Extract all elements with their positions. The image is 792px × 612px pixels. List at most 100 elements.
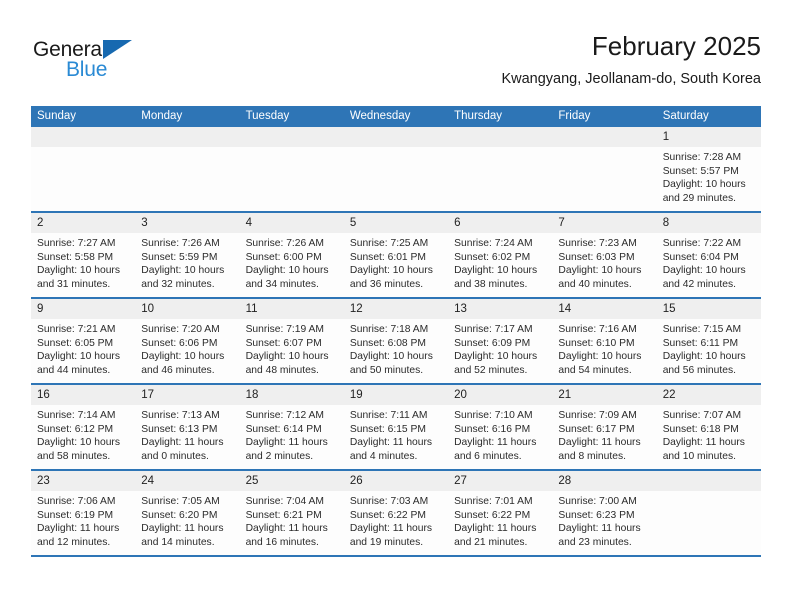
day-detail-line: Sunset: 6:07 PM	[245, 337, 322, 349]
day-number	[656, 471, 761, 491]
calendar-day-cell[interactable]: 21 Sunrise: 7:09 AM Sunset: 6:17 PM Dayligh…	[552, 384, 657, 471]
day-detail-line: Daylight: 10 hours	[558, 265, 642, 277]
day-number: 1	[656, 127, 761, 147]
day-detail-line: Daylight: 11 hours	[558, 523, 641, 535]
day-number: 21	[552, 385, 657, 405]
day-detail-line: and 31 minutes.	[37, 278, 111, 290]
day-detail-line: Sunrise: 7:19 AM	[245, 324, 324, 335]
day-detail-line: Daylight: 11 hours	[141, 437, 224, 449]
calendar-day-cell[interactable]: 14 Sunrise: 7:16 AM Sunset: 6:10 PM Dayligh…	[552, 298, 657, 385]
calendar-day-cell[interactable]: 25 Sunrise: 7:04 AM Sunset: 6:21 PM Dayligh…	[239, 470, 344, 557]
day-detail-line: Sunrise: 7:01 AM	[454, 496, 533, 507]
day-detail-line: Daylight: 10 hours	[349, 265, 433, 277]
day-detail-line: Sunset: 6:22 PM	[454, 509, 531, 521]
calendar-day-cell[interactable]: 27 Sunrise: 7:01 AM Sunset: 6:22 PM Dayligh…	[448, 470, 553, 557]
calendar-day-cell-empty	[343, 127, 449, 213]
calendar-day-cell[interactable]: 26 Sunrise: 7:03 AM Sunset: 6:22 PM Dayligh…	[343, 470, 449, 557]
calendar-day-cell[interactable]: 8 Sunrise: 7:22 AM Sunset: 6:04 PM Daylight…	[656, 212, 761, 299]
calendar-day-cell[interactable]: 12 Sunrise: 7:18 AM Sunset: 6:08 PM Dayligh…	[343, 298, 449, 385]
day-detail-line: and 36 minutes.	[349, 278, 424, 290]
calendar-week-row: 9 Sunrise: 7:21 AM Sunset: 6:05 PM Daylight…	[31, 298, 761, 385]
calendar-day-cell[interactable]: 24 Sunrise: 7:05 AM Sunset: 6:20 PM Dayligh…	[135, 470, 240, 557]
day-detail-line: Sunset: 5:59 PM	[141, 251, 218, 263]
calendar-day-cell[interactable]: 20 Sunrise: 7:10 AM Sunset: 6:16 PM Dayligh…	[448, 384, 553, 471]
day-detail-line: and 38 minutes.	[454, 278, 528, 290]
weekday-header-sunday: Sunday	[31, 106, 136, 127]
day-detail-line: Daylight: 11 hours	[558, 437, 641, 449]
calendar-body: 1 Sunrise: 7:28 AM Sunset: 5:57 PM Daylight…	[31, 127, 761, 557]
day-detail-line: Sunrise: 7:05 AM	[141, 496, 220, 507]
day-detail-line: Sunrise: 7:06 AM	[37, 496, 116, 507]
day-detail-line: Daylight: 10 hours	[454, 265, 538, 277]
calendar-day-cell[interactable]: 1 Sunrise: 7:28 AM Sunset: 5:57 PM Daylight…	[656, 127, 761, 213]
day-number: 12	[343, 299, 449, 319]
day-details	[552, 147, 656, 151]
calendar-day-cell[interactable]: 7 Sunrise: 7:23 AM Sunset: 6:03 PM Daylight…	[552, 212, 657, 299]
calendar-day-cell[interactable]: 2 Sunrise: 7:27 AM Sunset: 5:58 PM Daylight…	[31, 212, 136, 299]
day-number: 20	[448, 385, 553, 405]
day-detail-line: and 50 minutes.	[349, 364, 424, 376]
calendar-day-cell[interactable]: 18 Sunrise: 7:12 AM Sunset: 6:14 PM Dayligh…	[239, 384, 344, 471]
calendar-day-cell[interactable]: 23 Sunrise: 7:06 AM Sunset: 6:19 PM Dayligh…	[31, 470, 136, 557]
day-detail-line: and 12 minutes.	[37, 536, 111, 548]
day-number: 5	[343, 213, 449, 233]
page-title: February 2025	[591, 31, 761, 61]
calendar-day-cell[interactable]: 10 Sunrise: 7:20 AM Sunset: 6:06 PM Dayligh…	[135, 298, 240, 385]
day-number: 25	[239, 471, 344, 491]
day-detail-line: Daylight: 10 hours	[454, 351, 538, 363]
calendar-day-cell[interactable]: 4 Sunrise: 7:26 AM Sunset: 6:00 PM Daylight…	[239, 212, 344, 299]
day-detail-line: Sunset: 6:02 PM	[454, 251, 531, 263]
day-number: 27	[448, 471, 553, 491]
day-number	[343, 127, 449, 147]
day-number: 8	[656, 213, 761, 233]
calendar-day-cell[interactable]: 9 Sunrise: 7:21 AM Sunset: 6:05 PM Daylight…	[31, 298, 136, 385]
day-detail-line: and 32 minutes.	[141, 278, 215, 290]
day-detail-line: Sunset: 6:12 PM	[37, 423, 114, 435]
day-details: Sunrise: 7:20 AM Sunset: 6:06 PM Daylight:…	[135, 319, 239, 377]
day-details	[31, 147, 135, 151]
day-detail-line: Sunset: 6:03 PM	[558, 251, 635, 263]
calendar-day-cell[interactable]: 3 Sunrise: 7:26 AM Sunset: 5:59 PM Daylight…	[135, 212, 240, 299]
day-detail-line: Sunrise: 7:15 AM	[662, 324, 742, 335]
calendar-day-cell[interactable]: 28 Sunrise: 7:00 AM Sunset: 6:23 PM Dayligh…	[552, 470, 657, 557]
weekday-header-monday: Monday	[135, 106, 240, 127]
day-number: 22	[656, 385, 761, 405]
calendar-day-cell[interactable]: 5 Sunrise: 7:25 AM Sunset: 6:01 PM Daylight…	[343, 212, 449, 299]
day-detail-line: Daylight: 11 hours	[245, 437, 328, 449]
day-detail-line: Sunset: 6:05 PM	[37, 337, 114, 349]
calendar-day-cell-empty	[656, 470, 761, 557]
weekday-header-thursday: Thursday	[448, 106, 553, 127]
calendar-day-cell[interactable]: 16 Sunrise: 7:14 AM Sunset: 6:12 PM Dayligh…	[31, 384, 136, 471]
calendar-day-cell[interactable]: 22 Sunrise: 7:07 AM Sunset: 6:18 PM Dayligh…	[656, 384, 761, 471]
day-detail-line: Daylight: 10 hours	[662, 265, 746, 277]
day-detail-line: and 29 minutes.	[662, 192, 736, 204]
day-details: Sunrise: 7:05 AM Sunset: 6:20 PM Daylight:…	[135, 491, 239, 549]
day-detail-line: Daylight: 10 hours	[245, 265, 329, 277]
day-detail-line: Sunset: 6:00 PM	[245, 251, 322, 263]
day-detail-line: Sunset: 6:20 PM	[141, 509, 218, 521]
calendar-day-cell[interactable]: 6 Sunrise: 7:24 AM Sunset: 6:02 PM Daylight…	[448, 212, 553, 299]
title-block: February 2025 Kwangyang, Jeollanam-do, S…	[501, 30, 761, 89]
day-number: 19	[343, 385, 449, 405]
day-number: 28	[552, 471, 657, 491]
calendar-day-cell[interactable]: 19 Sunrise: 7:11 AM Sunset: 6:15 PM Dayligh…	[343, 384, 449, 471]
day-detail-line: and 44 minutes.	[37, 364, 111, 376]
calendar-day-cell[interactable]: 17 Sunrise: 7:13 AM Sunset: 6:13 PM Dayligh…	[135, 384, 240, 471]
day-number: 26	[343, 471, 449, 491]
day-detail-line: and 14 minutes.	[141, 536, 215, 548]
day-details: Sunrise: 7:06 AM Sunset: 6:19 PM Daylight:…	[31, 491, 135, 549]
day-details: Sunrise: 7:10 AM Sunset: 6:16 PM Daylight:…	[448, 405, 552, 463]
calendar-day-cell[interactable]: 15 Sunrise: 7:15 AM Sunset: 6:11 PM Dayligh…	[656, 298, 761, 385]
day-detail-line: Sunset: 6:11 PM	[662, 337, 739, 349]
day-detail-line: and 4 minutes.	[349, 450, 418, 462]
day-detail-line: Sunrise: 7:12 AM	[245, 410, 324, 421]
day-number: 7	[552, 213, 657, 233]
day-details: Sunrise: 7:04 AM Sunset: 6:21 PM Daylight:…	[240, 491, 344, 549]
day-detail-line: Sunset: 6:04 PM	[662, 251, 739, 263]
calendar-day-cell[interactable]: 11 Sunrise: 7:19 AM Sunset: 6:07 PM Dayligh…	[239, 298, 344, 385]
day-detail-line: Sunrise: 7:28 AM	[662, 152, 742, 163]
day-detail-line: Sunrise: 7:17 AM	[454, 324, 533, 335]
general-blue-logo[interactable]: General Blue	[33, 38, 183, 84]
day-detail-line: Sunset: 5:57 PM	[662, 165, 739, 177]
calendar-day-cell[interactable]: 13 Sunrise: 7:17 AM Sunset: 6:09 PM Dayligh…	[448, 298, 553, 385]
